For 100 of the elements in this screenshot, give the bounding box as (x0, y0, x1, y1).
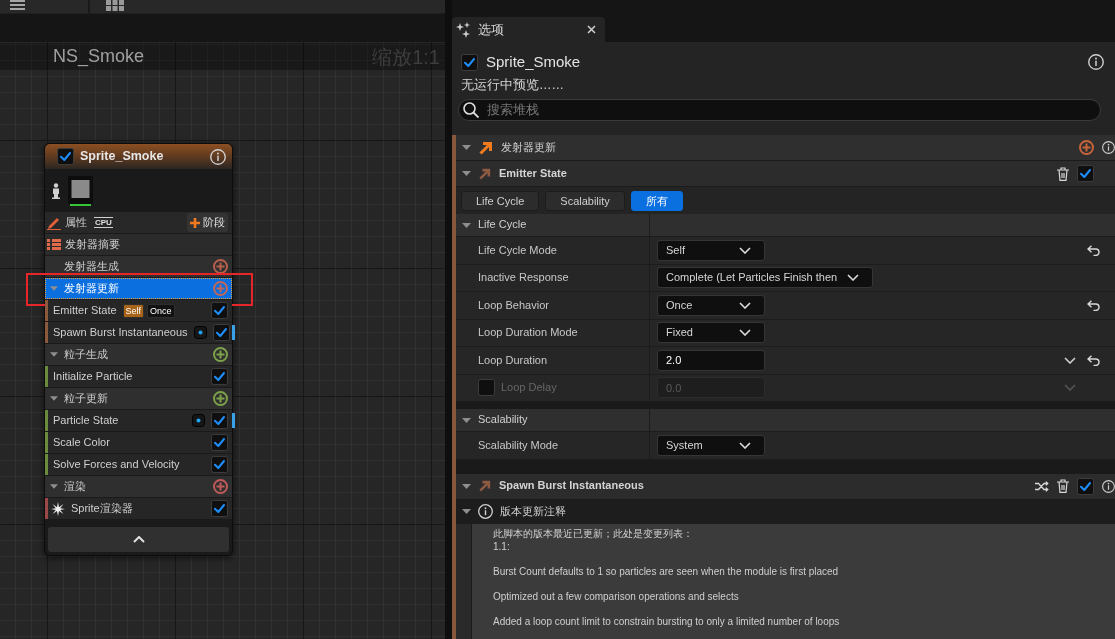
filter-button[interactable]: Life Cycle (461, 190, 540, 211)
property-label: Loop Delay (501, 381, 557, 395)
arrow-icon (479, 167, 491, 180)
caret-down-icon[interactable] (462, 417, 471, 423)
caret-down-icon[interactable] (462, 171, 471, 176)
section-title: Life Cycle (478, 218, 527, 232)
enable-checkbox[interactable] (461, 53, 478, 71)
dropdown[interactable]: Fixed (657, 322, 765, 344)
notes-paragraph: 此脚本的版本最近已更新；此处是变更列表： 1.1: (493, 526, 694, 553)
stage-row[interactable]: 粒子生成 (45, 344, 232, 365)
chevron-down-icon (847, 274, 860, 282)
caret-down-icon[interactable] (50, 352, 58, 357)
trash-icon[interactable] (1057, 479, 1069, 493)
module-row[interactable]: Scale Color (45, 432, 232, 453)
caret-down-icon[interactable] (462, 483, 471, 489)
reset-icon[interactable] (1087, 299, 1100, 311)
graph-title: NS_Smoke (53, 45, 145, 68)
stage-label: 发射器更新 (501, 140, 557, 155)
chevron-up-icon (132, 536, 145, 543)
grid-icon[interactable] (106, 0, 124, 11)
chevron-down-icon (739, 441, 751, 449)
caret-down-icon[interactable] (462, 509, 471, 514)
chevron-down-icon (739, 329, 751, 337)
module-row[interactable]: Initialize Particle (45, 366, 232, 387)
chevron-down-icon (739, 301, 751, 309)
stage-row[interactable]: 粒子更新 (45, 388, 232, 409)
property-label: Inactive Response (478, 271, 569, 285)
caret-down-icon[interactable] (462, 145, 471, 150)
search-icon (463, 102, 479, 118)
trash-icon[interactable] (1057, 166, 1069, 181)
dropdown[interactable]: Complete (Let Particles Finish then (657, 267, 874, 289)
mode-label: Self (122, 303, 145, 318)
emitter-name: Sprite_Smoke (486, 53, 582, 71)
module-row[interactable]: Particle State (45, 410, 232, 431)
mode-label: Once (147, 303, 175, 318)
filter-button[interactable]: 所有 (630, 190, 683, 211)
checkbox[interactable] (211, 456, 228, 473)
sim-target-label: CPU (94, 217, 113, 228)
dropdown[interactable]: Self (657, 239, 765, 261)
notes-paragraph: Optimized out a few comparison operations and selects (493, 589, 740, 603)
number-field[interactable]: 2.0 (657, 349, 765, 371)
checkbox[interactable] (211, 434, 228, 451)
notes-title: 版本更新注释 (500, 504, 566, 519)
checkbox[interactable] (211, 368, 228, 385)
dropdown[interactable]: Once (657, 294, 765, 316)
close-icon[interactable] (587, 25, 596, 34)
section-title: Scalability (478, 413, 528, 427)
checkbox[interactable] (211, 500, 228, 517)
add-circle-icon[interactable] (213, 479, 228, 494)
arrow-icon (479, 480, 491, 492)
reset-icon[interactable] (1087, 354, 1100, 366)
add-circle-icon[interactable] (1079, 140, 1094, 155)
renderer-row[interactable]: Sprite渲染器 (45, 498, 232, 519)
caret-down-icon[interactable] (50, 396, 58, 401)
add-circle-icon[interactable] (213, 347, 228, 362)
module-row[interactable]: Solve Forces and Velocity (45, 454, 232, 475)
preview-status: 无运行中预览…… (461, 77, 565, 93)
checkbox[interactable] (211, 412, 228, 429)
pencil-icon (47, 215, 61, 230)
add-circle-icon[interactable] (213, 259, 228, 274)
property-label: Loop Duration Mode (478, 326, 578, 340)
arrow-icon (479, 140, 493, 155)
summary-row[interactable]: 发射器摘要 (45, 234, 232, 255)
filter-button[interactable]: Scalability (545, 190, 625, 211)
property-label: Loop Duration (478, 353, 548, 367)
module-title: Spawn Burst Instantaneous (499, 479, 645, 493)
module-row[interactable]: Emitter State Self Once (45, 300, 232, 321)
menu-icon[interactable] (10, 0, 25, 10)
plus-icon (190, 217, 200, 228)
dropdown[interactable]: System (657, 434, 765, 456)
add-stage-button[interactable]: 阶段 (187, 213, 228, 232)
property-label: Scalability Mode (478, 438, 559, 452)
panel-tab[interactable]: 选项 (452, 17, 605, 42)
info-icon[interactable] (1102, 141, 1115, 154)
enable-checkbox[interactable] (57, 148, 74, 165)
info-icon[interactable] (478, 504, 493, 519)
person-icon (52, 182, 60, 199)
checkbox[interactable] (211, 302, 228, 319)
checkbox[interactable] (212, 324, 230, 341)
info-icon[interactable] (210, 148, 226, 165)
module-row[interactable]: Spawn Burst Instantaneous (45, 322, 232, 343)
edit-condition-checkbox[interactable] (478, 379, 495, 397)
stage-row[interactable]: 渲染 (45, 476, 232, 497)
properties-label[interactable]: 属性 (65, 215, 87, 230)
checkbox[interactable] (1077, 165, 1094, 182)
caret-down-icon[interactable] (50, 484, 58, 489)
reset-icon[interactable] (1087, 244, 1100, 256)
info-icon[interactable] (1102, 479, 1115, 493)
stage-row[interactable]: 发射器生成 (45, 256, 232, 277)
caret-down-icon[interactable] (462, 222, 471, 228)
notes-paragraph: Added a loop count limit to constrain bursting to only a limited number of loops (493, 614, 841, 628)
property-label: Loop Behavior (478, 298, 549, 312)
notes-paragraph: Burst Count defaults to 1 so particles are seen when the module is first placed (493, 564, 840, 578)
node-title: Sprite_Smoke (80, 149, 165, 164)
preview-thumbnail (68, 175, 93, 206)
info-icon[interactable] (1088, 54, 1104, 70)
property-label: Life Cycle Mode (478, 243, 557, 257)
add-circle-icon[interactable] (213, 391, 228, 406)
chevron-down-icon (739, 246, 751, 254)
checkbox[interactable] (1077, 477, 1094, 495)
